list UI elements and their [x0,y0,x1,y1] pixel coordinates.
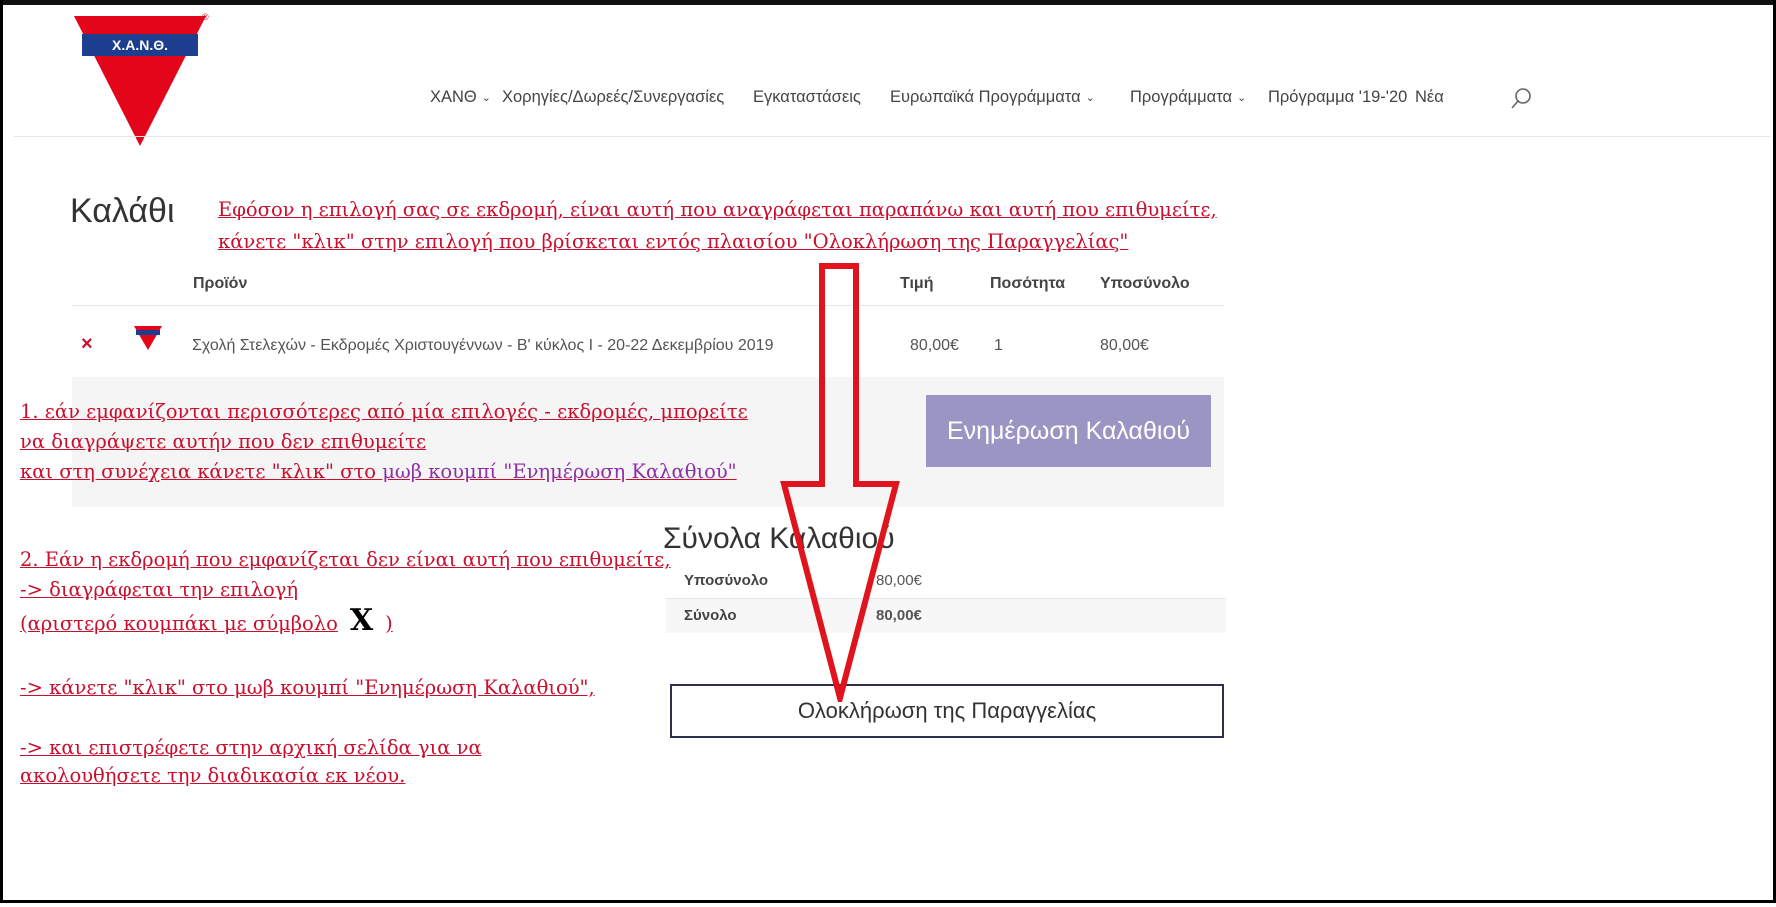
search-icon[interactable] [1509,86,1533,112]
chevron-down-icon: ⌄ [1237,92,1247,104]
x-symbol: X [349,603,374,638]
remove-item-button[interactable]: × [81,333,93,356]
annotation-note2-line3: (αριστερό κουμπάκι με σύμβολο X) [20,603,393,638]
chevron-down-icon: ⌄ [1085,92,1095,104]
totals-row-total: Σύνολο 80,00€ [666,598,1226,633]
column-header-quantity: Ποσότητα [990,275,1066,292]
proceed-to-checkout-button[interactable]: Ολοκλήρωση της Παραγγελίας [670,684,1224,738]
table-divider [72,305,1224,306]
annotation-note2-line1: 2. Εάν η εκδρομή που εμφανίζεται δεν είν… [20,548,671,571]
annotation-top-line1: Εφόσον η επιλογή σας σε εκδρομή, είναι α… [218,198,1217,221]
annotation-top-line2: κάνετε "κλικ" στην επιλογή που βρίσκεται… [218,230,1129,253]
nav-item-xanth[interactable]: ΧΑΝΘ ⌄ [430,88,491,107]
totals-row-subtotal: Υποσύνολο 80,00€ [684,572,922,589]
annotation-note2-line4: -> κάνετε "κλικ" στο μωβ κουμπί "Ενημέρω… [20,676,595,699]
annotation-note2-line6: ακολουθήσετε την διαδικασία εκ νέου. [20,764,406,787]
column-header-subtotal: Υποσύνολο [1100,275,1190,292]
product-subtotal: 80,00€ [1100,337,1149,354]
nav-item-european-programs[interactable]: Ευρωπαϊκά Προγράμματα ⌄ [890,88,1095,107]
nav-item-facilities[interactable]: Εγκαταστάσεις [753,88,861,107]
xanth-logo[interactable]: Χ.Α.Ν.Θ. [72,12,208,148]
page-title: Καλάθι [70,192,175,230]
quantity-input[interactable]: 1 [994,337,1003,355]
annotation-note1-line3: και στη συνέχεια κάνετε "κλικ" στο μωβ κ… [20,460,737,483]
arrow-down-icon [780,263,900,702]
column-header-price: Τιμή [900,275,934,292]
header-divider [14,136,1770,137]
annotation-note2-line5: -> και επιστρέφετε στην αρχική σελίδα γι… [20,736,482,759]
svg-text:Χ.Α.Ν.Θ.: Χ.Α.Ν.Θ. [112,37,168,53]
update-cart-button[interactable]: Ενημέρωση Καλαθιού [926,395,1211,467]
nav-item-program-19-20[interactable]: Πρόγραμμα '19-'20 [1268,88,1407,107]
registered-mark: ® [202,12,209,22]
product-price: 80,00€ [910,337,959,354]
product-name-link[interactable]: Σχολή Στελεχών - Εκδρομές Χριστουγέννων … [192,337,773,355]
annotation-note1-line2: να διαγράψετε αυτήν που δεν επιθυμείτε [20,430,427,453]
nav-item-sponsorships[interactable]: Χορηγίες/Δωρεές/Συνεργασίες [502,88,724,107]
annotation-note2-line2: -> διαγράφεται την επιλογή [20,578,299,601]
product-thumbnail[interactable] [128,320,168,356]
chevron-down-icon: ⌄ [481,92,491,104]
nav-item-programs[interactable]: Προγράμματα ⌄ [1130,88,1246,107]
column-header-product: Προϊόν [193,275,248,292]
annotation-note1-line1: 1. εάν εμφανίζονται περισσότερες από μία… [20,400,748,423]
nav-item-news[interactable]: Νέα [1415,88,1444,107]
